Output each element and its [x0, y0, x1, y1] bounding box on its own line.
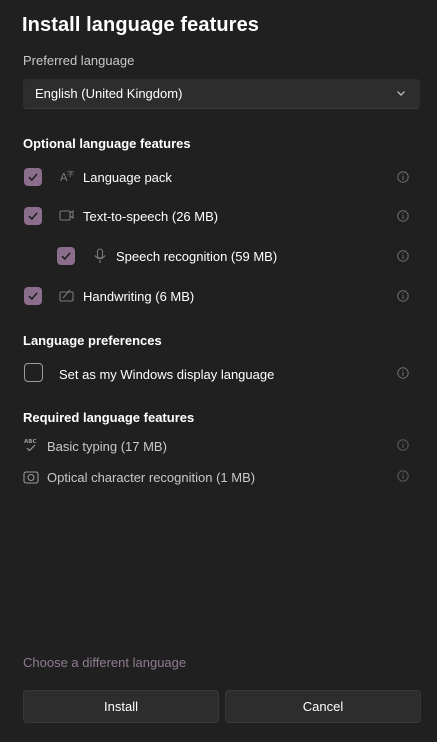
handwriting-checkbox[interactable]: [24, 287, 42, 305]
cancel-button[interactable]: Cancel: [225, 690, 421, 723]
handwriting-icon: [59, 289, 74, 302]
choose-different-language-link[interactable]: Choose a different language: [23, 655, 186, 670]
optional-features-heading: Optional language features: [23, 136, 191, 151]
display-language-checkbox[interactable]: [24, 363, 43, 382]
display-language-label: Set as my Windows display language: [59, 367, 275, 382]
ocr-label: Optical character recognition (1 MB): [47, 470, 256, 485]
optional-feature-text-to-speech: Text-to-speech (26 MB): [0, 204, 437, 228]
language-pack-label: Language pack: [83, 170, 172, 185]
info-icon[interactable]: [397, 470, 409, 482]
info-icon[interactable]: [397, 367, 409, 379]
text-to-speech-label: Text-to-speech (26 MB): [83, 209, 219, 224]
svg-text:字: 字: [67, 169, 74, 178]
required-feature-ocr: Optical character recognition (1 MB): [0, 465, 437, 489]
optional-feature-handwriting: Handwriting (6 MB): [0, 284, 437, 308]
speech-recognition-checkbox[interactable]: [57, 247, 75, 265]
microphone-icon: [94, 248, 106, 263]
preferred-language-label: Preferred language: [23, 53, 135, 68]
preferred-language-value: English (United Kingdom): [35, 86, 183, 101]
language-pack-icon: A 字: [60, 169, 74, 184]
required-features-heading: Required language features: [23, 410, 195, 425]
text-to-speech-icon: [59, 209, 74, 221]
svg-text:ABC: ABC: [24, 439, 37, 445]
checkmark-icon: [28, 212, 38, 221]
info-icon[interactable]: [397, 439, 409, 451]
ocr-icon: [23, 471, 39, 484]
checkmark-icon: [28, 173, 38, 182]
language-pack-checkbox[interactable]: [24, 168, 42, 186]
install-button[interactable]: Install: [23, 690, 219, 723]
basic-typing-label: Basic typing (17 MB): [47, 439, 167, 454]
chevron-down-icon: [397, 91, 405, 96]
checkmark-icon: [28, 292, 38, 301]
language-preferences-heading: Language preferences: [23, 333, 162, 348]
info-icon[interactable]: [397, 290, 409, 302]
handwriting-label: Handwriting (6 MB): [83, 289, 195, 304]
preference-display-language: Set as my Windows display language: [0, 362, 437, 386]
dialog-title: Install language features: [22, 14, 260, 36]
info-icon[interactable]: [397, 250, 409, 262]
info-icon[interactable]: [397, 171, 409, 183]
text-to-speech-checkbox[interactable]: [24, 207, 42, 225]
info-icon[interactable]: [397, 210, 409, 222]
preferred-language-dropdown[interactable]: English (United Kingdom): [23, 79, 420, 109]
required-feature-basic-typing: ABC Basic typing (17 MB): [0, 434, 437, 458]
optional-feature-speech-recognition: Speech recognition (59 MB): [0, 244, 437, 268]
spell-check-icon: ABC: [24, 439, 37, 452]
checkmark-icon: [61, 252, 71, 261]
optional-feature-language-pack: A 字 Language pack: [0, 165, 437, 189]
speech-recognition-label: Speech recognition (59 MB): [116, 249, 278, 264]
